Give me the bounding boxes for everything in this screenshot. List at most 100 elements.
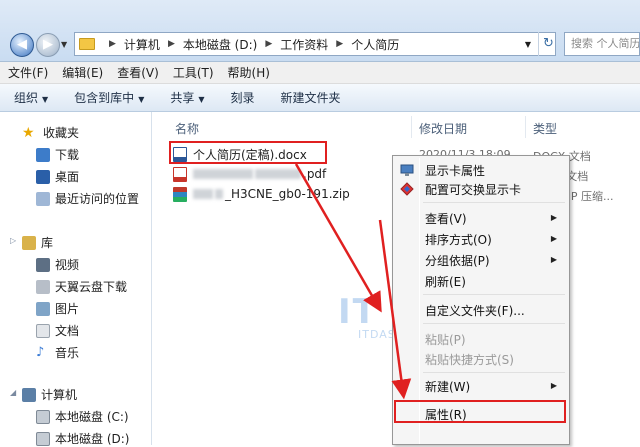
zip-archive-icon	[173, 186, 187, 202]
blurred-filename	[193, 189, 213, 199]
include-library-button[interactable]: 包含到库中 ▼	[74, 89, 144, 106]
share-button[interactable]: 共享 ▼	[170, 89, 204, 106]
nav-drive-c[interactable]: 本地磁盘 (C:)	[36, 408, 129, 425]
file-name: _H3CNE_gb0-191.zip	[225, 187, 350, 201]
column-divider[interactable]	[411, 116, 412, 138]
nav-label: 本地磁盘 (C:)	[55, 410, 129, 424]
nav-label: 本地磁盘 (D:)	[55, 432, 130, 446]
music-note-icon: ♪	[36, 344, 45, 360]
expand-triangle-icon[interactable]: ▷	[10, 236, 16, 245]
documents-library-icon	[36, 323, 50, 338]
refresh-icon[interactable]: ↻	[538, 32, 558, 56]
new-folder-button[interactable]: 新建文件夹	[281, 89, 341, 106]
crumb-resume[interactable]: 个人简历	[351, 36, 399, 53]
nav-favorites[interactable]: ★ 收藏夹	[22, 124, 79, 141]
nav-label: 下载	[55, 148, 80, 162]
back-button[interactable]: ◀	[10, 33, 34, 57]
chevron-right-icon[interactable]: ▶	[265, 39, 272, 49]
nav-desktop[interactable]: 桌面	[36, 168, 79, 185]
desktop-icon	[36, 169, 50, 184]
menu-item-paste[interactable]: 粘贴(P)	[425, 331, 466, 348]
nav-label: 最近访问的位置	[55, 192, 140, 206]
nav-libraries[interactable]: 库	[22, 234, 53, 251]
nav-documents[interactable]: 文档	[36, 322, 79, 339]
address-row: ◀ ▶ ▼ ▶ 计算机 ▶ 本地磁盘 (D:) ▶ 工作资料 ▶ 个人简历 ▼ …	[0, 0, 640, 62]
menu-item-paste-shortcut[interactable]: 粘贴快捷方式(S)	[425, 351, 514, 368]
menu-tools[interactable]: 工具(T)	[173, 64, 214, 81]
menu-separator	[423, 372, 565, 373]
pdf-icon	[173, 166, 187, 182]
chevron-right-icon[interactable]: ▶	[168, 39, 175, 49]
command-bar: 组织 ▼ 包含到库中 ▼ 共享 ▼ 刻录 新建文件夹	[0, 84, 640, 112]
menu-item-group[interactable]: 分组依据(P)	[425, 252, 490, 269]
menu-view[interactable]: 查看(V)	[117, 64, 159, 81]
crumb-computer[interactable]: 计算机	[124, 36, 160, 53]
nav-cloud-downloads[interactable]: 天翼云盘下载	[36, 278, 127, 295]
nav-label: 收藏夹	[43, 126, 80, 140]
column-header-name[interactable]: 名称	[175, 120, 199, 137]
crumb-drive-d[interactable]: 本地磁盘 (D:)	[183, 36, 257, 53]
computer-icon	[22, 387, 36, 402]
submenu-arrow-icon: ▶	[550, 381, 557, 390]
nav-label: 天翼云盘下载	[55, 280, 128, 294]
menu-item-show-props[interactable]: 显示卡属性	[425, 162, 485, 179]
menu-item-config-switch[interactable]: 配置可交换显示卡	[425, 181, 521, 198]
address-bar[interactable]: ▶ 计算机 ▶ 本地磁盘 (D:) ▶ 工作资料 ▶ 个人简历 ▼	[74, 32, 556, 56]
nav-label: 库	[41, 236, 54, 250]
library-icon	[22, 235, 36, 250]
menu-item-refresh[interactable]: 刷新(E)	[425, 273, 466, 290]
pictures-library-icon	[36, 301, 50, 316]
submenu-arrow-icon: ▶	[550, 213, 557, 222]
blurred-filename	[193, 169, 253, 179]
menu-item-view[interactable]: 查看(V)	[425, 210, 467, 227]
column-header-date[interactable]: 修改日期	[419, 120, 467, 137]
recent-places-icon	[36, 191, 50, 206]
submenu-arrow-icon: ▶	[550, 234, 557, 243]
nav-music[interactable]: ♪ 音乐	[36, 344, 79, 361]
menu-bar: 文件(F) 编辑(E) 查看(V) 工具(T) 帮助(H)	[0, 62, 640, 84]
nav-computer[interactable]: 计算机	[22, 386, 77, 403]
nav-label: 视频	[55, 258, 80, 272]
file-row-zip[interactable]: _H3CNE_gb0-191.zip	[173, 184, 350, 204]
chevron-right-icon[interactable]: ▶	[109, 39, 116, 49]
nav-downloads[interactable]: 下载	[36, 146, 79, 163]
nav-recent[interactable]: 最近访问的位置	[36, 190, 139, 207]
blurred-filename	[255, 169, 301, 179]
switchable-graphics-icon	[400, 182, 414, 196]
search-input[interactable]: 搜索 个人简历	[564, 32, 640, 56]
nav-label: 桌面	[55, 170, 80, 184]
column-divider[interactable]	[525, 116, 526, 138]
breadcrumb: ▶ 计算机 ▶ 本地磁盘 (D:) ▶ 工作资料 ▶ 个人简历	[101, 36, 399, 53]
share-label: 共享	[170, 91, 195, 105]
forward-button[interactable]: ▶	[36, 33, 60, 57]
burn-button[interactable]: 刻录	[231, 89, 255, 106]
organize-button[interactable]: 组织 ▼	[14, 89, 48, 106]
crumb-work[interactable]: 工作资料	[280, 36, 328, 53]
nav-label: 音乐	[55, 346, 80, 360]
star-icon: ★	[22, 124, 35, 141]
column-header-type[interactable]: 类型	[533, 120, 557, 137]
menu-item-sort[interactable]: 排序方式(O)	[425, 231, 492, 248]
menu-file[interactable]: 文件(F)	[8, 64, 48, 81]
nav-pictures[interactable]: 图片	[36, 300, 79, 317]
menu-separator	[423, 323, 565, 324]
menu-item-customize[interactable]: 自定义文件夹(F)...	[425, 302, 525, 319]
nav-label: 计算机	[41, 388, 78, 402]
nav-drive-d[interactable]: 本地磁盘 (D:)	[36, 430, 129, 447]
cloud-folder-icon	[36, 279, 50, 294]
chevron-right-icon[interactable]: ▶	[336, 39, 343, 49]
nav-videos[interactable]: 视频	[36, 256, 79, 273]
chevron-down-icon[interactable]: ▼	[525, 40, 531, 49]
menu-item-new[interactable]: 新建(W)	[425, 378, 470, 395]
menu-help[interactable]: 帮助(H)	[228, 64, 270, 81]
expand-triangle-icon[interactable]: ◢	[10, 388, 16, 397]
submenu-arrow-icon: ▶	[550, 255, 557, 264]
menu-separator	[423, 294, 565, 295]
nav-label: 图片	[55, 302, 80, 316]
file-row-pdf[interactable]: .pdf	[173, 164, 326, 184]
nav-label: 文档	[55, 324, 80, 338]
video-library-icon	[36, 257, 50, 272]
navigation-pane: ★ 收藏夹 下载 桌面 最近访问的位置 ▷ 库 视频 天翼云盘下载 图片 文档 ♪…	[0, 112, 152, 447]
menu-edit[interactable]: 编辑(E)	[62, 64, 103, 81]
recent-pages-dropdown[interactable]: ▼	[61, 40, 67, 49]
